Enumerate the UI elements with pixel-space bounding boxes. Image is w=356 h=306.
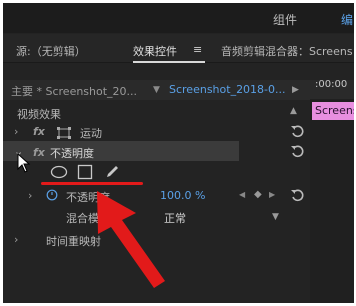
opacity-param-reset-icon[interactable] bbox=[290, 188, 304, 202]
stopwatch-icon[interactable] bbox=[46, 189, 58, 201]
panel-menu-icon[interactable]: ≡ bbox=[193, 43, 202, 56]
motion-transform-icon bbox=[57, 127, 71, 139]
timeline-timecode: :00:00 bbox=[315, 79, 348, 90]
tab-source[interactable]: 源:（无剪辑） bbox=[16, 43, 86, 59]
effect-opacity-name[interactable]: 不透明度 bbox=[50, 145, 94, 161]
motion-reset-icon[interactable] bbox=[290, 124, 304, 138]
screenshot-frame: 组件 编 源:（无剪辑） 效果控件 ≡ 音频剪辑混合器：Screens 主要 *… bbox=[0, 0, 356, 306]
master-dropdown-icon[interactable]: ▼ bbox=[153, 85, 160, 95]
blend-mode-dropdown-icon[interactable]: ▼ bbox=[272, 212, 279, 222]
ellipse-mask-icon[interactable] bbox=[50, 165, 68, 179]
opacity-param-expand-icon[interactable]: › bbox=[28, 189, 32, 202]
top-menu-bar bbox=[3, 3, 354, 33]
motion-expand-icon[interactable]: › bbox=[14, 125, 18, 138]
next-keyframe-icon[interactable]: ▶ bbox=[269, 190, 275, 199]
opacity-fx-icon[interactable]: fx bbox=[33, 146, 45, 159]
opacity-reset-icon[interactable] bbox=[290, 144, 304, 158]
sequence-clip-label[interactable]: Screenshot_2018-0... bbox=[169, 83, 286, 96]
section-video-effects: 视频效果 bbox=[17, 108, 61, 121]
active-tab-underline bbox=[133, 61, 205, 63]
mouse-cursor-icon bbox=[17, 153, 31, 173]
menu-components[interactable]: 组件 bbox=[273, 11, 297, 28]
pen-mask-icon[interactable] bbox=[104, 164, 120, 180]
master-clip-label[interactable]: 主要 * Screenshot_20... bbox=[11, 83, 137, 99]
section-scroll-icon[interactable]: ▲ bbox=[290, 106, 297, 116]
time-remap-expand-icon[interactable]: › bbox=[14, 233, 18, 246]
motion-fx-icon[interactable]: fx bbox=[33, 125, 45, 138]
play-only-icon[interactable]: ▶ bbox=[292, 85, 299, 95]
menu-edit[interactable]: 编 bbox=[341, 11, 353, 28]
tab-effect-controls[interactable]: 效果控件 bbox=[133, 43, 177, 59]
premiere-window: 组件 编 源:（无剪辑） 效果控件 ≡ 音频剪辑混合器：Screens 主要 *… bbox=[3, 3, 354, 303]
add-keyframe-icon[interactable]: ◆ bbox=[254, 189, 262, 200]
tab-audio-clip-mixer[interactable]: 音频剪辑混合器：Screens bbox=[221, 43, 353, 59]
timeline-clip-label: Screens bbox=[315, 104, 354, 117]
prev-keyframe-icon[interactable]: ◀ bbox=[239, 190, 245, 199]
effect-motion-name[interactable]: 运动 bbox=[80, 125, 102, 141]
rectangle-mask-icon[interactable] bbox=[77, 164, 93, 180]
annotation-underline bbox=[41, 182, 143, 185]
timeline-strip bbox=[310, 99, 354, 303]
annotation-arrow bbox=[97, 191, 165, 288]
timeline-clip[interactable]: Screens bbox=[312, 102, 354, 120]
